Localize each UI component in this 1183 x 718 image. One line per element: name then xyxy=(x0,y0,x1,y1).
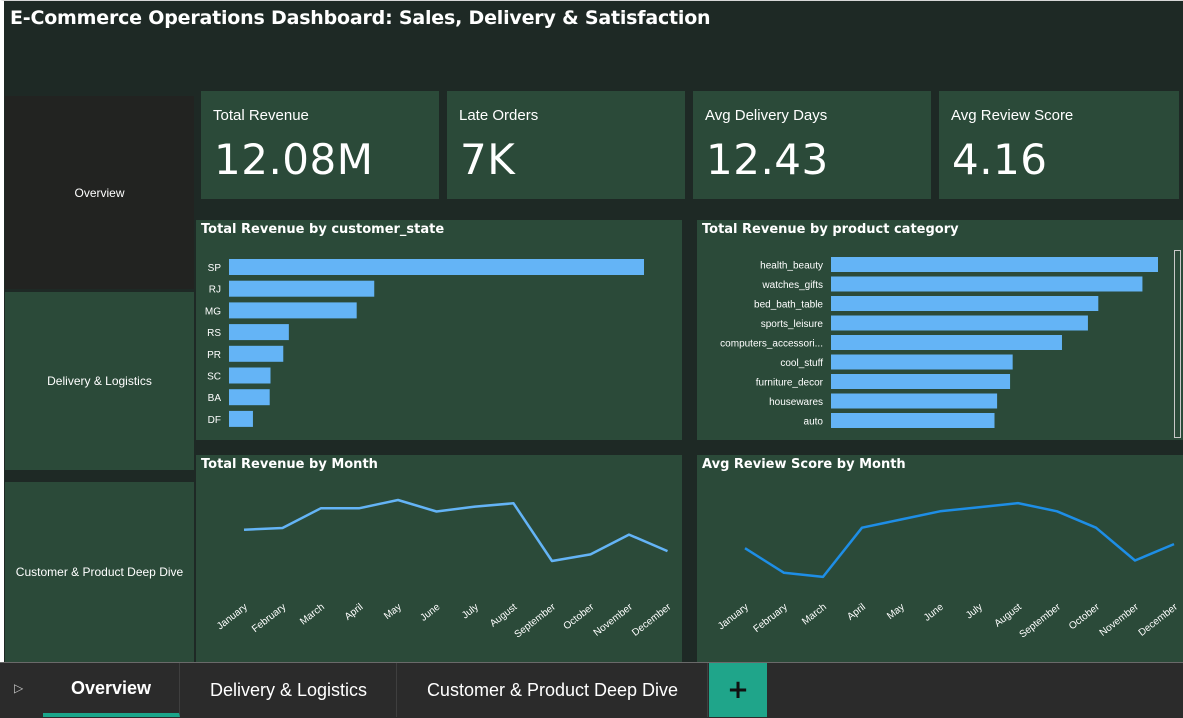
nav-button-delivery-logistics[interactable]: Delivery & Logistics xyxy=(5,292,194,470)
x-tick-label: March xyxy=(298,602,327,628)
x-tick-label: May xyxy=(382,602,404,622)
x-tick-label: August xyxy=(993,602,1024,630)
bar xyxy=(229,389,270,406)
bar-label: auto xyxy=(804,417,824,428)
bar xyxy=(229,367,271,384)
nav-button-customer-product[interactable]: Customer & Product Deep Dive xyxy=(5,482,194,662)
series-line xyxy=(744,501,1175,579)
bar-label: watches_gifts xyxy=(761,280,823,291)
x-tick-label: April xyxy=(343,602,366,623)
bar-label: SC xyxy=(207,372,221,383)
kpi-card-avg-review-score: Avg Review Score 4.16 xyxy=(939,91,1179,199)
x-tick-label: February xyxy=(250,602,288,635)
nav-button-overview[interactable]: Overview xyxy=(5,96,194,289)
bar xyxy=(229,302,357,319)
chart-scrollbar[interactable] xyxy=(1174,250,1181,438)
bar-label: computers_accessori... xyxy=(720,339,823,350)
x-tick-label: May xyxy=(885,602,907,622)
bar xyxy=(229,410,253,427)
x-tick-label: January xyxy=(215,602,250,633)
bar xyxy=(229,324,289,341)
x-tick-label: November xyxy=(592,601,636,638)
bar xyxy=(831,257,1158,272)
bar-label: PR xyxy=(207,350,221,361)
x-tick-label: April xyxy=(845,602,868,623)
bar xyxy=(229,345,284,362)
chart-revenue-by-state: Total Revenue by customer_state SP RJ MG RS… xyxy=(196,220,682,440)
chart-revenue-by-month: Total Revenue by Month January February Ma… xyxy=(196,455,682,662)
page-title: E-Commerce Operations Dashboard: Sales, … xyxy=(10,7,711,29)
x-tick-label: June xyxy=(922,601,946,623)
kpi-value: 12.43 xyxy=(706,135,829,184)
bar xyxy=(831,374,1011,389)
tab-delivery-logistics[interactable]: Delivery & Logistics xyxy=(181,663,397,717)
chart-svg: health_beauty watches_gifts bed_bath_table… xyxy=(720,257,1158,428)
bar-label: health_beauty xyxy=(760,261,823,272)
bar xyxy=(831,335,1062,350)
bar-label: DF xyxy=(208,415,221,426)
x-tick-label: February xyxy=(752,602,790,635)
bar xyxy=(831,354,1013,370)
kpi-card-total-revenue: Total Revenue 12.08M xyxy=(201,91,439,199)
collapse-toggle-icon[interactable]: ▷ xyxy=(14,681,34,701)
x-tick-label: January xyxy=(716,602,751,633)
series-line xyxy=(243,498,668,563)
x-tick-label: July xyxy=(460,602,481,622)
tab-overview[interactable]: Overview xyxy=(43,663,180,717)
bar xyxy=(831,276,1143,292)
kpi-label: Avg Delivery Days xyxy=(705,107,828,124)
bar xyxy=(831,296,1099,311)
chart-review-by-month: Avg Review Score by Month January Februar… xyxy=(697,455,1183,662)
bar-label: MG xyxy=(205,306,221,317)
kpi-value: 12.08M xyxy=(214,135,374,184)
kpi-value: 7K xyxy=(460,135,516,184)
bar-label: cool_stuff xyxy=(780,358,823,369)
kpi-value: 4.16 xyxy=(952,135,1048,184)
x-tick-label: December xyxy=(1137,601,1181,638)
bar xyxy=(229,259,644,275)
bar-label: BA xyxy=(208,393,222,404)
chart-svg: SP RJ MG RS PR SC BA DF xyxy=(205,259,644,427)
add-page-button[interactable]: + xyxy=(709,663,767,717)
bar-label: RJ xyxy=(209,285,221,296)
chart-revenue-by-category: Total Revenue by product category health… xyxy=(697,220,1183,440)
x-tick-label: September xyxy=(1018,601,1064,640)
bar-label: SP xyxy=(208,263,222,274)
plus-icon: + xyxy=(727,675,749,705)
x-tick-label: July xyxy=(964,602,985,622)
kpi-label: Avg Review Score xyxy=(951,107,1074,124)
kpi-card-avg-delivery-days: Avg Delivery Days 12.43 xyxy=(693,91,931,199)
kpi-card-late-orders: Late Orders 7K xyxy=(447,91,685,199)
bar-label: furniture_decor xyxy=(756,378,824,389)
chart-svg: January February March April May June July Augu… xyxy=(215,498,674,640)
kpi-label: Total Revenue xyxy=(213,107,309,124)
x-tick-label: March xyxy=(800,602,829,628)
tab-customer-product-deep-dive[interactable]: Customer & Product Deep Dive xyxy=(398,663,708,717)
x-tick-label: October xyxy=(562,601,597,632)
kpi-label: Late Orders xyxy=(459,107,539,124)
bar-label: bed_bath_table xyxy=(754,300,823,311)
bar-label: housewares xyxy=(769,397,823,408)
bar xyxy=(831,393,998,409)
x-tick-label: September xyxy=(513,601,559,640)
chart-svg: January February March April May June July Augu… xyxy=(716,501,1181,640)
x-tick-label: October xyxy=(1067,601,1102,632)
bar xyxy=(831,413,995,428)
bar xyxy=(229,280,375,297)
x-tick-label: December xyxy=(630,601,674,638)
x-tick-label: June xyxy=(418,601,442,623)
x-tick-label: August xyxy=(488,602,519,630)
bar-label: sports_leisure xyxy=(761,319,824,330)
page-tab-bar: ▷ Overview Delivery & Logistics Customer… xyxy=(0,662,1183,718)
bar-label: RS xyxy=(207,328,221,339)
bar xyxy=(831,315,1088,331)
x-tick-label: November xyxy=(1098,601,1142,638)
